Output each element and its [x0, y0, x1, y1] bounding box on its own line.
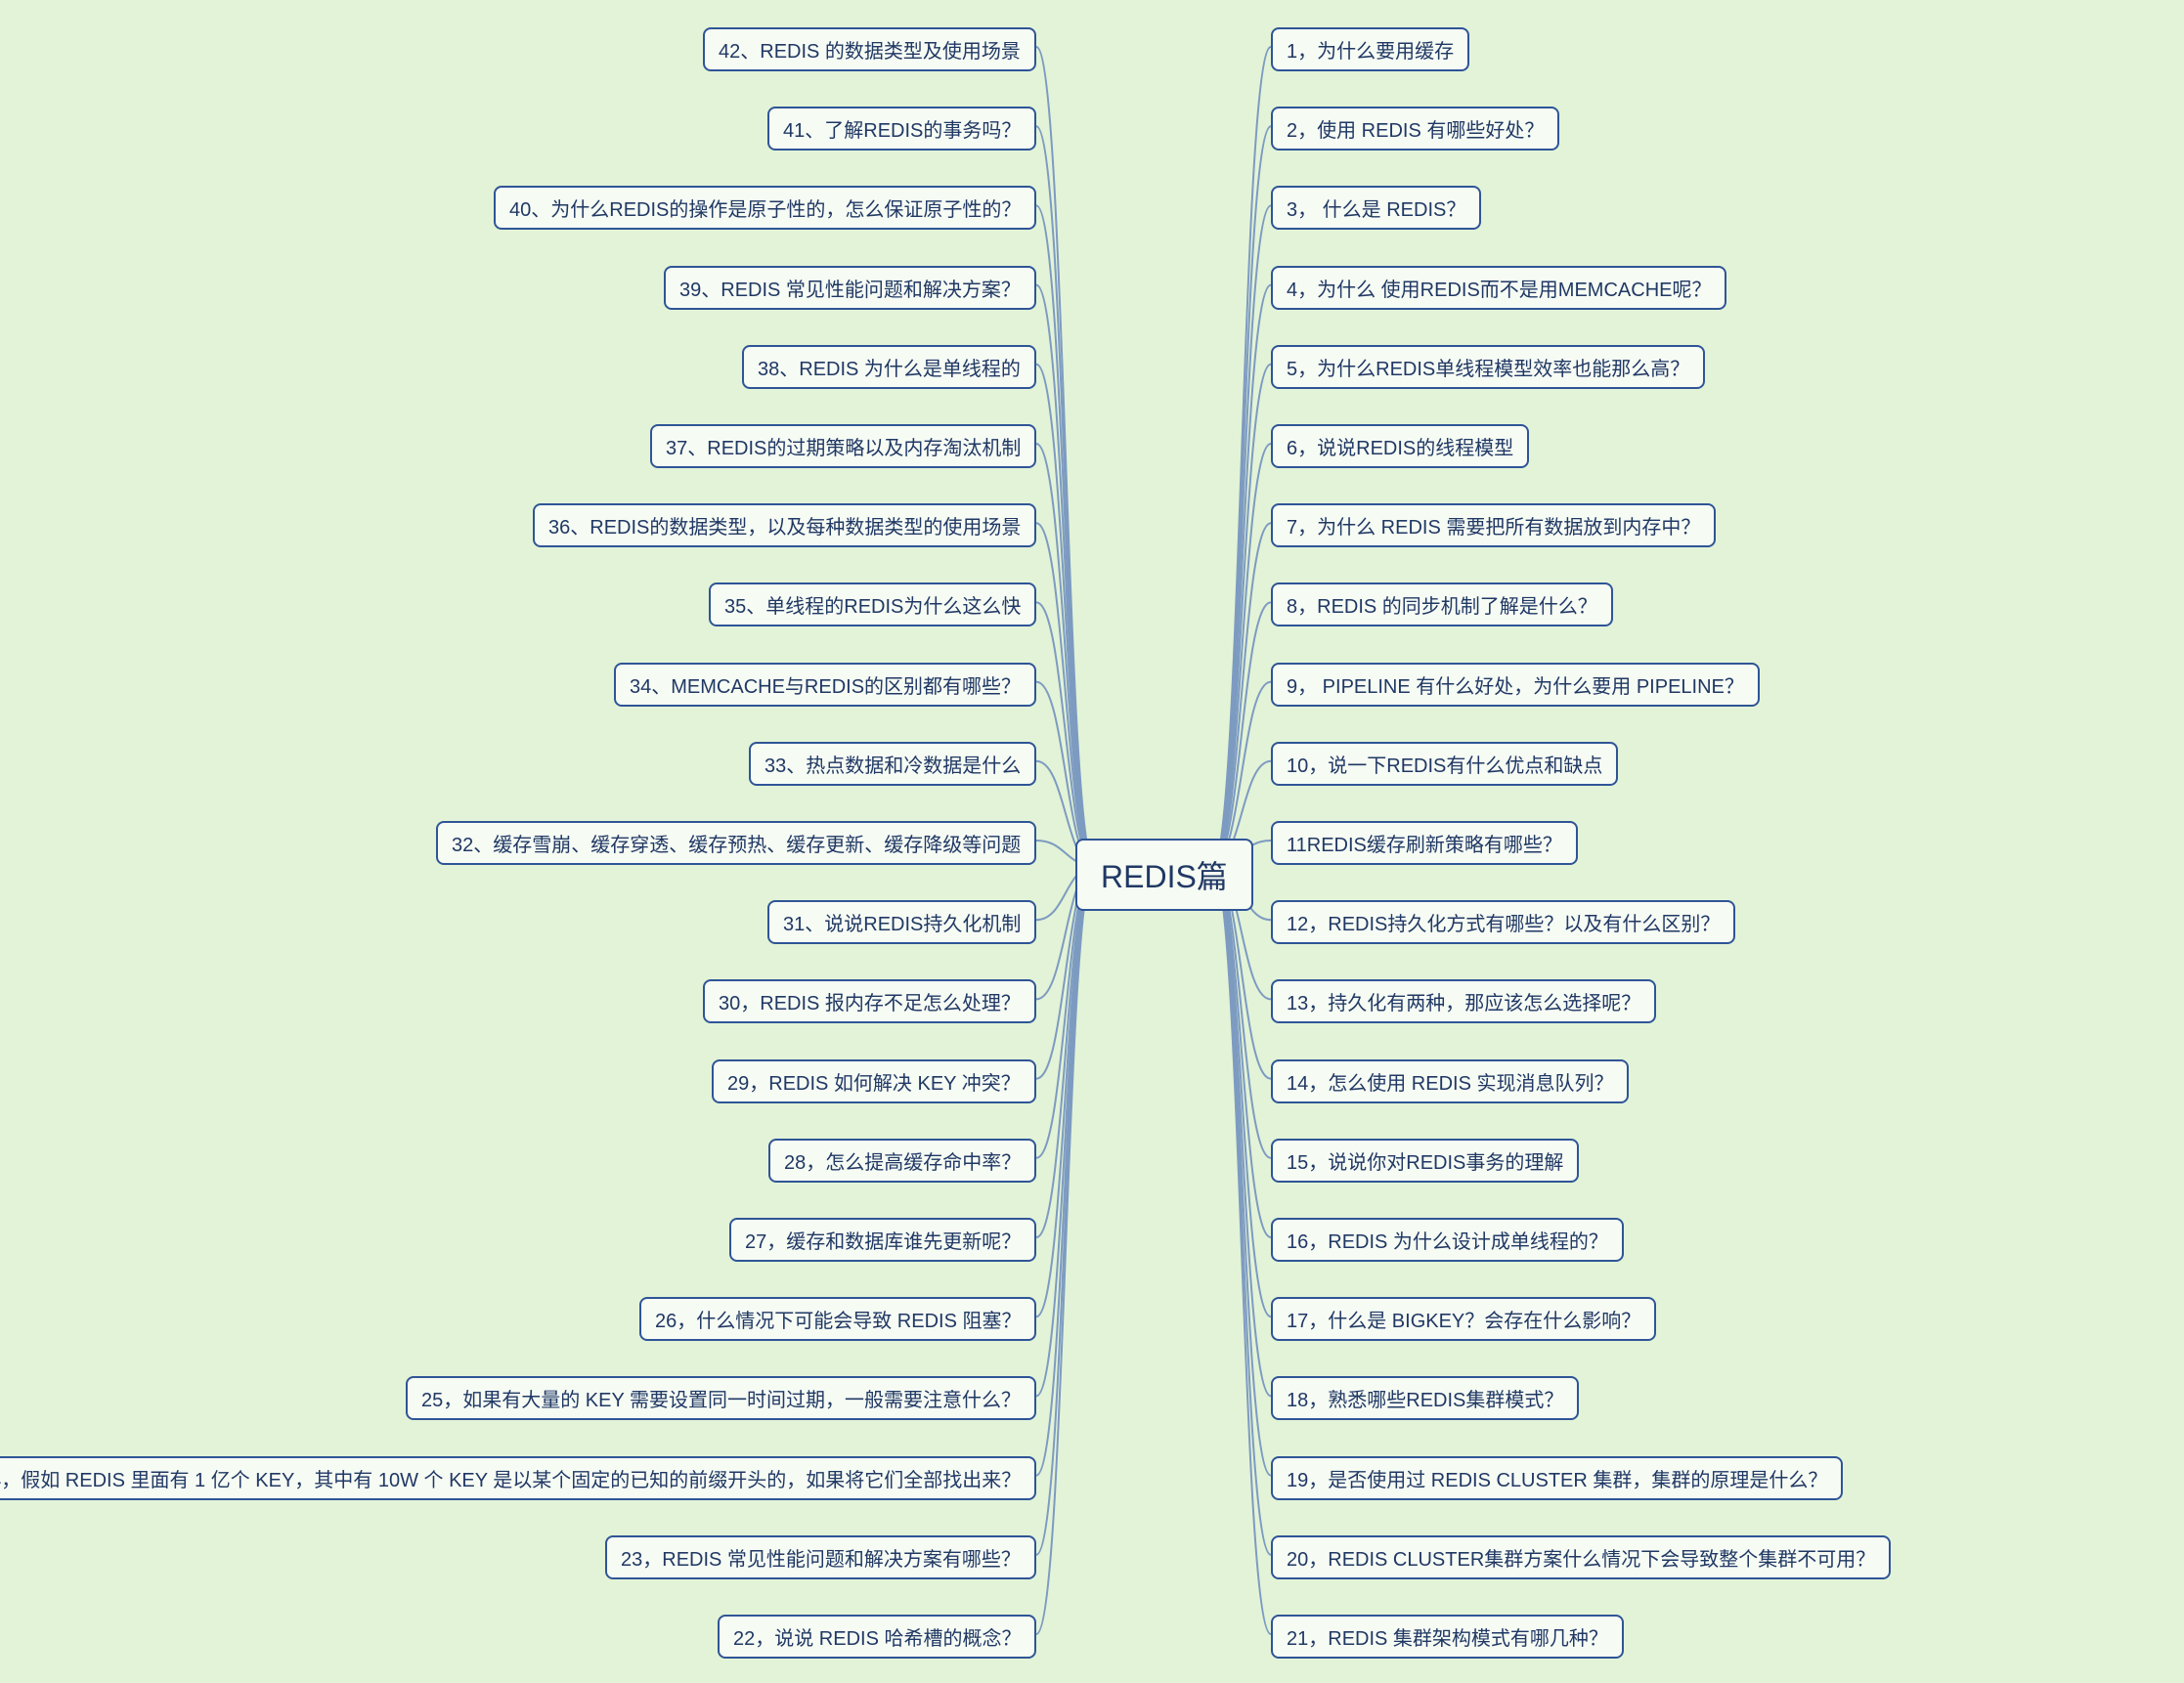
- left-node-12[interactable]: 30，REDIS 报内存不足怎么处理？: [703, 979, 1036, 1023]
- right-node-6[interactable]: 7，为什么 REDIS 需要把所有数据放到内存中？: [1271, 503, 1716, 547]
- left-node-8[interactable]: 34、MEMCACHE与REDIS的区别都有哪些？: [614, 663, 1036, 707]
- left-node-6[interactable]: 36、REDIS的数据类型，以及每种数据类型的使用场景: [533, 503, 1036, 547]
- left-node-1[interactable]: 41、了解REDIS的事务吗？: [767, 107, 1036, 151]
- right-node-20[interactable]: 21，REDIS 集群架构模式有哪几种？: [1271, 1615, 1624, 1659]
- left-node-18[interactable]: 24，假如 REDIS 里面有 1 亿个 KEY，其中有 10W 个 KEY 是…: [0, 1456, 1036, 1500]
- left-node-20[interactable]: 22，说说 REDIS 哈希槽的概念？: [718, 1615, 1036, 1659]
- right-node-11[interactable]: 12，REDIS持久化方式有哪些？以及有什么区别？: [1271, 900, 1735, 944]
- right-node-1[interactable]: 2，使用 REDIS 有哪些好处？: [1271, 107, 1559, 151]
- right-node-16[interactable]: 17，什么是 BIGKEY？会存在什么影响？: [1271, 1297, 1656, 1341]
- right-node-13[interactable]: 14，怎么使用 REDIS 实现消息队列？: [1271, 1059, 1629, 1103]
- right-node-10[interactable]: 11REDIS缓存刷新策略有哪些？: [1271, 821, 1578, 865]
- left-node-9[interactable]: 33、热点数据和冷数据是什么: [749, 742, 1036, 786]
- left-node-0[interactable]: 42、REDIS 的数据类型及使用场景: [703, 27, 1036, 71]
- left-node-4[interactable]: 38、REDIS 为什么是单线程的: [742, 345, 1036, 389]
- left-node-17[interactable]: 25，如果有大量的 KEY 需要设置同一时间过期，一般需要注意什么？: [406, 1376, 1036, 1420]
- left-node-14[interactable]: 28，怎么提高缓存命中率？: [768, 1139, 1036, 1183]
- right-node-7[interactable]: 8，REDIS 的同步机制了解是什么？: [1271, 583, 1613, 626]
- right-node-4[interactable]: 5，为什么REDIS单线程模型效率也能那么高？: [1271, 345, 1705, 389]
- left-node-15[interactable]: 27，缓存和数据库谁先更新呢？: [729, 1218, 1036, 1262]
- left-node-7[interactable]: 35、单线程的REDIS为什么这么快: [709, 583, 1036, 626]
- left-node-16[interactable]: 26，什么情况下可能会导致 REDIS 阻塞？: [639, 1297, 1036, 1341]
- right-node-15[interactable]: 16，REDIS 为什么设计成单线程的？: [1271, 1218, 1624, 1262]
- right-node-19[interactable]: 20，REDIS CLUSTER集群方案什么情况下会导致整个集群不可用？: [1271, 1535, 1891, 1579]
- right-node-14[interactable]: 15，说说你对REDIS事务的理解: [1271, 1139, 1579, 1183]
- left-node-10[interactable]: 32、缓存雪崩、缓存穿透、缓存预热、缓存更新、缓存降级等问题: [436, 821, 1036, 865]
- left-node-13[interactable]: 29，REDIS 如何解决 KEY 冲突？: [712, 1059, 1036, 1103]
- left-node-2[interactable]: 40、为什么REDIS的操作是原子性的，怎么保证原子性的？: [494, 186, 1036, 230]
- left-node-5[interactable]: 37、REDIS的过期策略以及内存淘汰机制: [650, 424, 1036, 468]
- right-node-9[interactable]: 10，说一下REDIS有什么优点和缺点: [1271, 742, 1618, 786]
- center-node[interactable]: REDIS篇: [1075, 839, 1253, 911]
- right-node-5[interactable]: 6，说说REDIS的线程模型: [1271, 424, 1529, 468]
- left-node-11[interactable]: 31、说说REDIS持久化机制: [767, 900, 1036, 944]
- right-node-12[interactable]: 13，持久化有两种，那应该怎么选择呢？: [1271, 979, 1656, 1023]
- right-node-2[interactable]: 3， 什么是 REDIS？: [1271, 186, 1481, 230]
- right-node-8[interactable]: 9， PIPELINE 有什么好处，为什么要用 PIPELINE？: [1271, 663, 1760, 707]
- left-node-19[interactable]: 23，REDIS 常见性能问题和解决方案有哪些？: [605, 1535, 1036, 1579]
- right-node-3[interactable]: 4，为什么 使用REDIS而不是用MEMCACHE呢？: [1271, 266, 1726, 310]
- right-node-18[interactable]: 19，是否使用过 REDIS CLUSTER 集群，集群的原理是什么？: [1271, 1456, 1843, 1500]
- right-node-0[interactable]: 1，为什么要用缓存: [1271, 27, 1469, 71]
- right-node-17[interactable]: 18，熟悉哪些REDIS集群模式？: [1271, 1376, 1579, 1420]
- left-node-3[interactable]: 39、REDIS 常见性能问题和解决方案？: [664, 266, 1036, 310]
